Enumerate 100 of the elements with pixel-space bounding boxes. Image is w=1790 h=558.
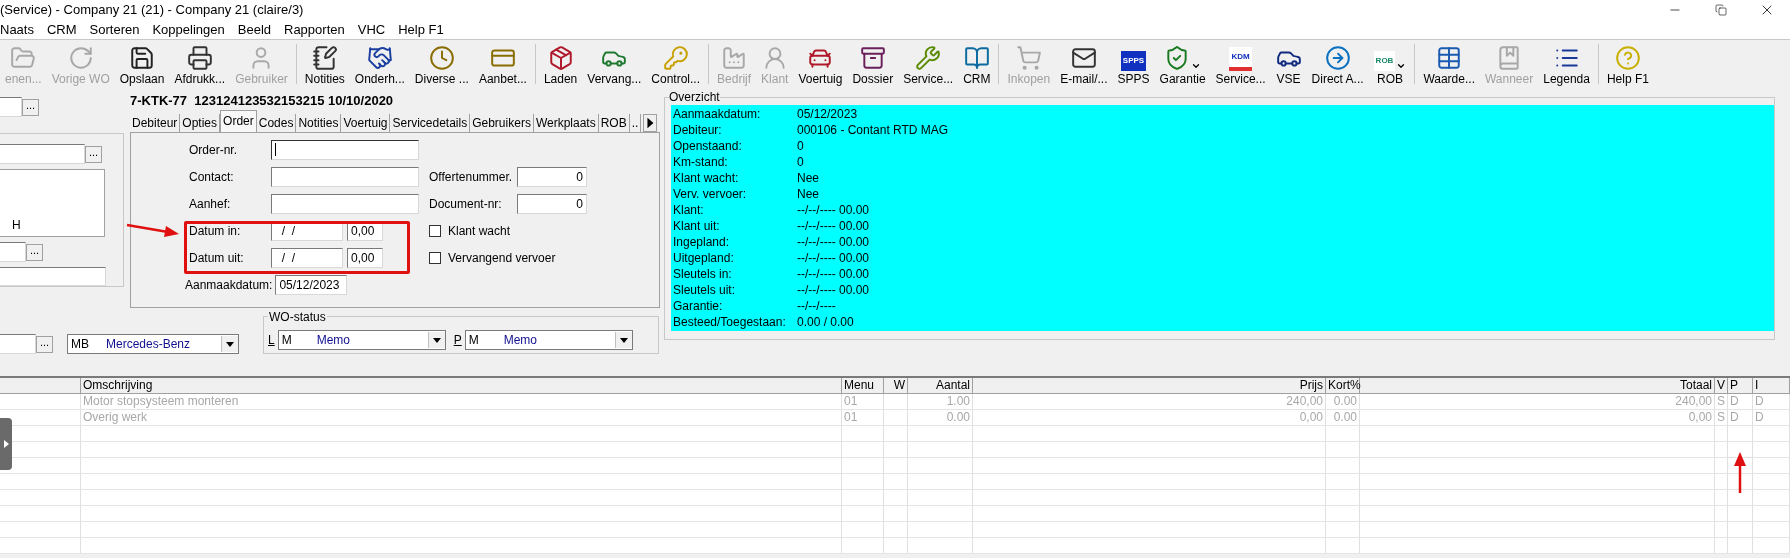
toolbar-button[interactable]: CRM [958, 41, 996, 87]
factory-icon [721, 45, 748, 71]
column-header[interactable]: Aantal [908, 378, 973, 393]
table-cell: Motor stopsysteem monteren [81, 394, 842, 409]
box-icon [547, 45, 574, 71]
field-label: Aanhef: [189, 195, 232, 213]
toolbar-button[interactable]: Aanbet... [473, 41, 532, 87]
toolbar-button[interactable]: Dossier [847, 41, 899, 87]
text-field[interactable] [0, 97, 22, 117]
make-dropdown[interactable]: MB Mercedes-Benz [67, 334, 239, 354]
text-field[interactable] [0, 242, 26, 263]
menu-item[interactable]: Rapporten [284, 19, 345, 40]
column-header[interactable]: Kort% [1326, 378, 1360, 393]
column-header[interactable]: V [1715, 378, 1728, 393]
toolbar-button[interactable]: Voertuig [793, 41, 848, 87]
column-header[interactable]: Omschrijving [81, 378, 842, 393]
table-cell: 0.00 [1326, 410, 1360, 425]
toolbar-button[interactable]: SPPS SPPS [1112, 41, 1155, 87]
table-cell: 0.00 [1326, 394, 1360, 409]
tab-scroll-icon[interactable] [643, 114, 658, 132]
column-header[interactable]: Menu [842, 378, 884, 393]
menu-item[interactable]: Sorteren [89, 19, 140, 40]
toolbar-button[interactable]: Afdrukk... [169, 41, 231, 87]
browse-button[interactable]: ... [36, 335, 53, 353]
checkbox[interactable] [429, 251, 441, 264]
time-field[interactable]: 0,00 [347, 247, 383, 268]
dropdown-arrow-icon [226, 341, 234, 347]
table-cell: 240,00 [1360, 394, 1715, 409]
toolbar-button[interactable]: Vervang... [582, 41, 647, 87]
toolbar-button[interactable]: Opslaan [114, 41, 170, 87]
tab[interactable]: Order [220, 110, 257, 132]
text-field[interactable] [0, 267, 106, 286]
text-field[interactable] [0, 144, 85, 164]
overview-label: Km-stand: [673, 154, 729, 171]
toolbar-button[interactable]: Notities [299, 41, 350, 87]
list-box[interactable]: H [0, 169, 105, 238]
column-header[interactable]: P [1728, 378, 1753, 393]
text-field[interactable] [271, 139, 419, 160]
record-header: 7-KTK-77 123124123532153215 10/10/2020 [130, 92, 395, 110]
toolbar-button[interactable]: Direct A... [1306, 41, 1369, 87]
overview-value: 0.00 / 0.00 [797, 314, 854, 331]
field-label: Order-nr. [189, 141, 238, 159]
browse-button[interactable]: ... [22, 98, 39, 116]
column-header[interactable]: I [1753, 378, 1790, 393]
checkbox[interactable] [429, 224, 441, 237]
toolbar-button[interactable]: Onderh... [349, 41, 410, 87]
table-cell: 240,00 [973, 394, 1326, 409]
folder-icon [10, 45, 37, 71]
text-field[interactable] [0, 334, 36, 354]
toolbar-button[interactable]: Garantie [1154, 41, 1211, 87]
toolbar-button[interactable]: Diverse ... [409, 41, 474, 87]
browse-button[interactable]: ... [85, 145, 102, 163]
help-icon [1614, 45, 1641, 71]
toolbar-button[interactable]: Laden [538, 41, 583, 87]
field-label: Offertenummer. [429, 168, 514, 186]
toolbar-button[interactable]: Service... [898, 41, 959, 87]
overview-label: Besteed/Toegestaan: [673, 314, 787, 331]
menu-item[interactable]: Beeld [237, 19, 271, 40]
status-dropdown[interactable]: M Memo [277, 330, 446, 350]
restore-icon[interactable] [1715, 4, 1727, 16]
kdm-icon: KDM [1229, 47, 1252, 71]
toolbar-button[interactable]: Help F1 [1601, 41, 1654, 87]
menu-item[interactable]: Koppelingen [152, 19, 225, 40]
number-field[interactable]: 0 [517, 193, 587, 214]
checkbox-option[interactable]: Klant wacht [429, 220, 587, 241]
overview-value: --/--/---- 00.00 [797, 218, 869, 235]
menu-item[interactable]: Naats [0, 19, 34, 40]
toolbar-button[interactable]: Control... [646, 41, 706, 87]
date-field[interactable]: 05/12/2023 [275, 274, 348, 295]
column-header[interactable]: Prijs [973, 378, 1326, 393]
text-field[interactable] [271, 193, 419, 214]
overview-value: 05/12/2023 [797, 106, 858, 123]
toolbar-button[interactable]: E-mail/... [1055, 41, 1113, 87]
toolbar-button[interactable]: ROB ROB [1368, 41, 1412, 87]
status-dropdown[interactable]: M Memo [464, 330, 633, 350]
table-cell: S [1715, 410, 1728, 425]
overview-label: Aanmaakdatum: [673, 106, 762, 123]
table-cell: Overig werk [81, 410, 842, 425]
column-header[interactable]: W [884, 378, 908, 393]
overview-label: Klant uit: [673, 218, 721, 235]
table-cell: 1.00 [908, 394, 973, 409]
menu-item[interactable]: Help F1 [398, 19, 444, 40]
key-icon [662, 45, 689, 71]
toolbar-button[interactable]: Waarde... [1418, 41, 1480, 87]
text-field[interactable] [271, 166, 419, 187]
column-header[interactable]: Totaal [1360, 378, 1715, 393]
browse-button[interactable]: ... [26, 243, 43, 261]
toolbar-button[interactable]: VSE [1270, 41, 1307, 87]
number-field[interactable]: 0 [517, 166, 587, 187]
overview-value: Nee [797, 186, 819, 203]
toolbar-button[interactable]: KDM Service... [1210, 41, 1271, 87]
checkbox-option[interactable]: Vervangend vervoer [429, 247, 587, 268]
handshake-icon [366, 45, 393, 71]
menu-item[interactable]: CRM [46, 19, 77, 40]
book-icon [963, 45, 990, 71]
menu-item[interactable]: VHC [357, 19, 386, 40]
side-tab-handle[interactable] [0, 418, 12, 470]
date-field[interactable]: / / [271, 247, 343, 268]
overview-label: Sleutels uit: [673, 282, 737, 299]
toolbar-button[interactable]: Legenda [1538, 41, 1595, 87]
